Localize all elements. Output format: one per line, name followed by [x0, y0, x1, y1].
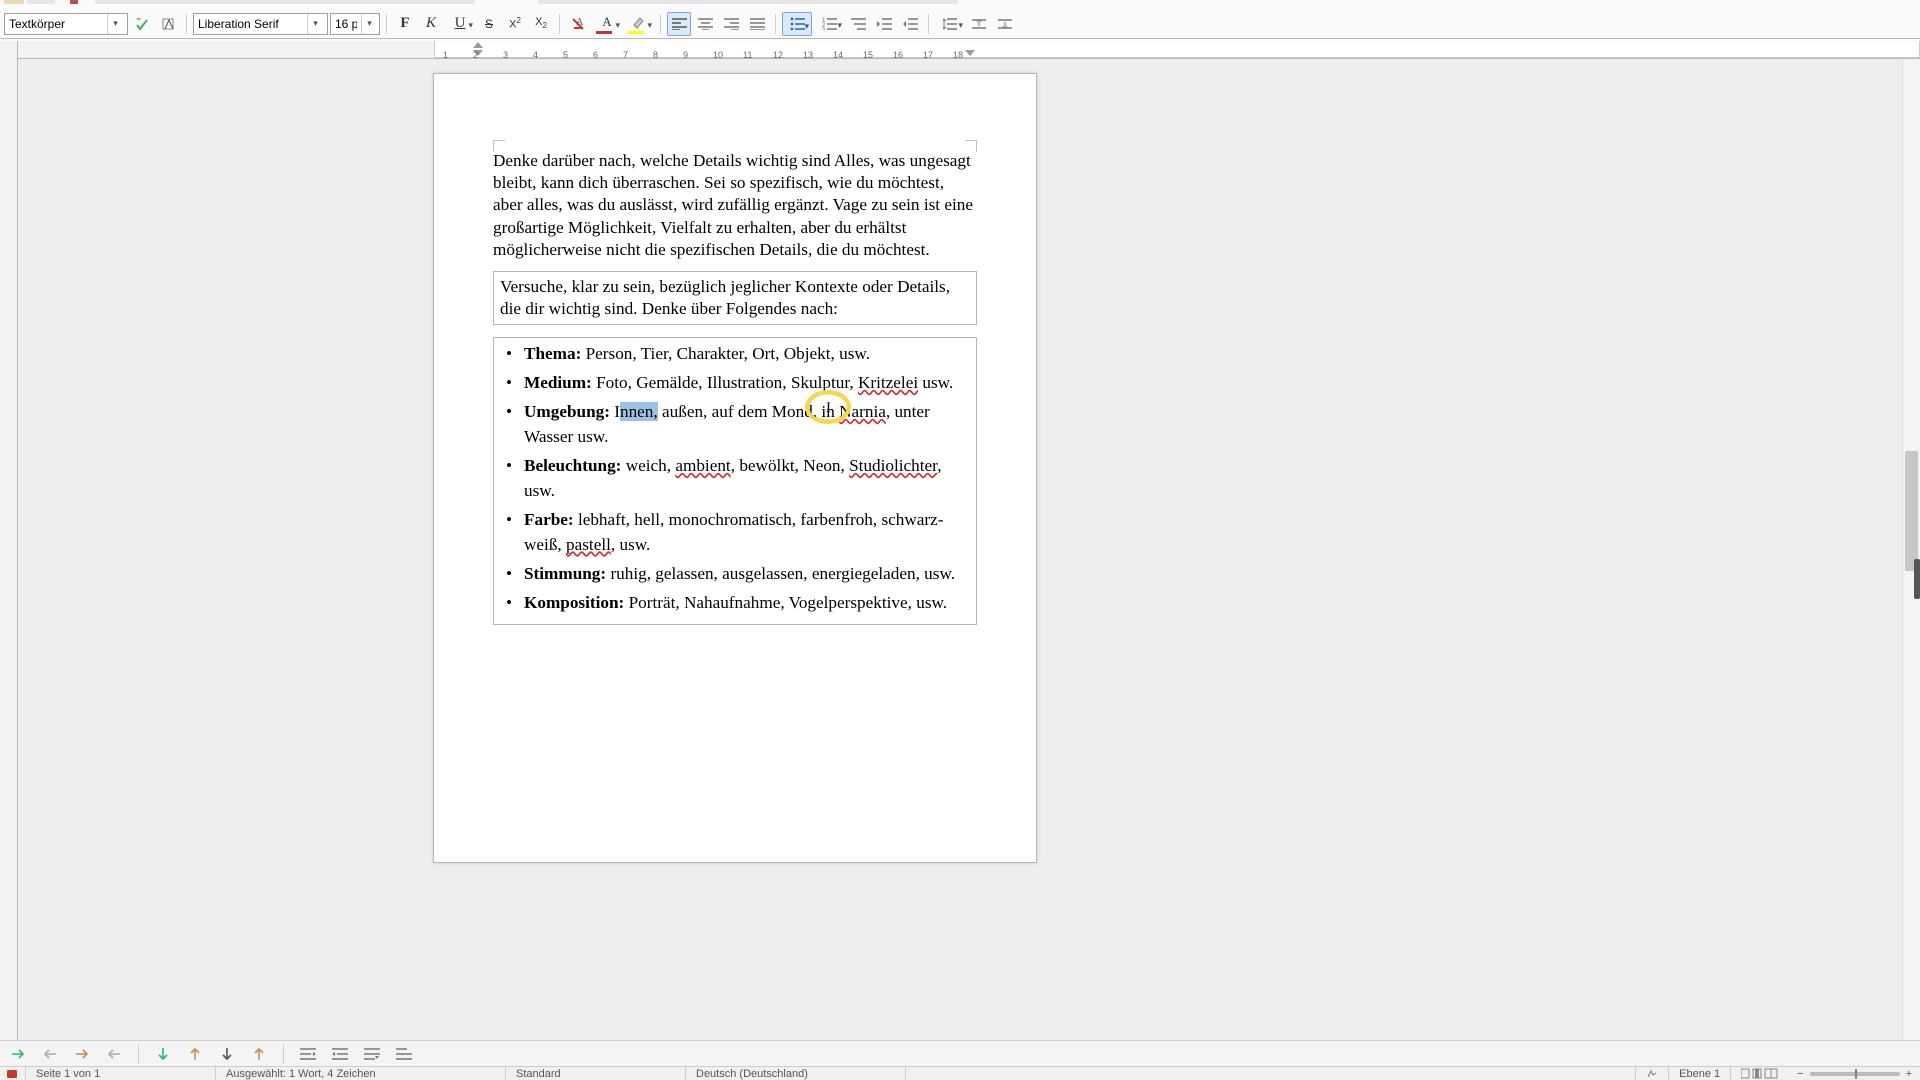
chevron-down-icon[interactable]: ▾ — [107, 14, 123, 34]
insert-mode-cell[interactable] — [906, 1067, 1636, 1080]
font-name-combo[interactable]: ▾ — [193, 13, 328, 35]
zoom-slider[interactable] — [1810, 1072, 1900, 1076]
arrow-right-icon[interactable] — [6, 1043, 30, 1065]
view-layout-cell[interactable] — [1731, 1067, 1789, 1080]
decrease-indent-button[interactable] — [898, 12, 922, 36]
demote-button[interactable] — [328, 1043, 352, 1065]
vertical-scrollbar[interactable] — [1902, 59, 1920, 1040]
arrow-right-alt-icon[interactable] — [70, 1043, 94, 1065]
line-spacing-button[interactable] — [935, 12, 965, 36]
clear-formatting-button[interactable]: A — [566, 12, 590, 36]
chevron-down-icon[interactable]: ▾ — [361, 14, 377, 34]
align-left-button[interactable] — [667, 12, 691, 36]
bullet-label: Umgebung: — [524, 402, 610, 421]
list-item[interactable]: Beleuchtung: weich, ambient, bewölkt, Ne… — [524, 454, 968, 504]
chevron-down-icon[interactable]: ▾ — [307, 14, 323, 34]
spellcheck-squiggle[interactable]: Kritzelei — [858, 373, 918, 392]
align-justify-button[interactable] — [745, 12, 769, 36]
arrow-up-alt-icon[interactable] — [247, 1043, 271, 1065]
bold-button[interactable]: F — [393, 12, 417, 36]
paragraph-style-input[interactable] — [5, 14, 107, 34]
navigation-toolbar — [0, 1040, 1920, 1066]
right-indent-marker[interactable] — [965, 50, 975, 56]
spellcheck-squiggle[interactable]: ambient — [675, 456, 730, 475]
font-size-combo[interactable]: ▾ — [330, 13, 380, 35]
page-style-cell[interactable]: Standard — [506, 1067, 686, 1080]
arrow-down-icon[interactable] — [151, 1043, 175, 1065]
superscript-button[interactable]: X2 — [503, 12, 527, 36]
align-right-button[interactable] — [719, 12, 743, 36]
list-item[interactable]: Stimmung: ruhig, gelassen, ausgelassen, … — [524, 562, 968, 587]
status-bar: Seite 1 von 1 Ausgewählt: 1 Wort, 4 Zeic… — [0, 1066, 1920, 1080]
decrease-spacing-button[interactable] — [993, 12, 1017, 36]
arrow-up-icon[interactable] — [183, 1043, 207, 1065]
font-name-input[interactable] — [194, 14, 307, 34]
zoom-in-button[interactable]: + — [1906, 1068, 1912, 1080]
paragraph-style-combo[interactable]: ▾ — [4, 13, 128, 35]
bullet-label: Thema: — [524, 344, 581, 363]
italic-button[interactable]: K — [419, 12, 443, 36]
bullet-label: Beleuchtung: — [524, 456, 621, 475]
word-count-cell[interactable]: Ausgewählt: 1 Wort, 4 Zeichen — [216, 1067, 506, 1080]
subscript-button[interactable]: X2 — [529, 12, 553, 36]
move-up-button[interactable] — [392, 1043, 416, 1065]
spellcheck-squiggle[interactable]: Narnia — [839, 402, 886, 421]
page-number-cell[interactable]: Seite 1 von 1 — [26, 1067, 216, 1080]
language-cell[interactable]: Deutsch (Deutschland) — [686, 1067, 906, 1080]
arrow-left-icon[interactable] — [38, 1043, 62, 1065]
list-item[interactable]: Farbe: lebhaft, hell, monochromatisch, f… — [524, 508, 968, 558]
vertical-ruler[interactable] — [0, 41, 18, 1080]
svg-text:3: 3 — [822, 28, 826, 30]
bullet-list-button[interactable] — [782, 12, 812, 36]
update-style-button[interactable] — [130, 12, 154, 36]
underline-button[interactable]: U — [445, 12, 475, 36]
list-item[interactable]: Komposition: Porträt, Nahaufnahme, Vogel… — [524, 591, 968, 616]
arrow-undo-icon[interactable] — [102, 1043, 126, 1065]
increase-spacing-button[interactable] — [967, 12, 991, 36]
text-caret: I — [826, 400, 831, 417]
numbered-list-button[interactable]: 123 — [814, 12, 844, 36]
list-item[interactable]: Umgebung: Innen, außen, auf dem Mond, in… — [524, 400, 968, 450]
strikethrough-button[interactable]: S — [477, 12, 501, 36]
arrow-down-alt-icon[interactable] — [215, 1043, 239, 1065]
spellcheck-squiggle[interactable]: Studiolichter — [849, 456, 937, 475]
font-color-button[interactable]: A — [592, 12, 622, 36]
zoom-control[interactable]: − + — [1789, 1068, 1920, 1080]
toolbar-area: ▾ ▾ ▾ F K U S X2 X2 A A — [0, 0, 1920, 41]
bullet-label: Komposition: — [524, 593, 624, 612]
document-body[interactable]: Denke darüber nach, welche Details wicht… — [493, 150, 977, 625]
zoom-out-button[interactable]: − — [1797, 1068, 1803, 1080]
first-line-indent-marker[interactable] — [473, 42, 483, 48]
increase-indent-button[interactable] — [872, 12, 896, 36]
scroll-handle[interactable] — [1914, 559, 1920, 599]
align-center-button[interactable] — [693, 12, 717, 36]
bullet-label: Medium: — [524, 373, 592, 392]
spellcheck-squiggle[interactable]: pastell — [566, 535, 611, 554]
save-status-icon[interactable] — [0, 1067, 26, 1080]
highlight-color-button[interactable] — [624, 12, 654, 36]
bullet-label: Stimmung: — [524, 564, 606, 583]
scroll-thumb[interactable] — [1905, 451, 1918, 571]
formatting-toolbar: ▾ ▾ ▾ F K U S X2 X2 A A — [0, 9, 1920, 39]
paragraph[interactable]: Denke darüber nach, welche Details wicht… — [493, 150, 977, 261]
horizontal-ruler[interactable]: 123456789101112131415161718 — [0, 41, 1920, 59]
new-style-button[interactable] — [156, 12, 180, 36]
document-canvas[interactable]: Denke darüber nach, welche Details wicht… — [18, 59, 1902, 1040]
list-item[interactable]: Thema: Person, Tier, Charakter, Ort, Obj… — [524, 342, 968, 367]
paragraph[interactable]: Versuche, klar zu sein, bezüglich jeglic… — [493, 271, 977, 325]
move-down-button[interactable] — [360, 1043, 384, 1065]
outline-button[interactable] — [846, 12, 870, 36]
bullet-label: Farbe: — [524, 510, 574, 529]
font-size-input[interactable] — [331, 14, 361, 34]
svg-text:A: A — [576, 17, 584, 28]
layer-cell[interactable]: Ebene 1 — [1669, 1067, 1731, 1080]
promote-button[interactable] — [296, 1043, 320, 1065]
page[interactable]: Denke darüber nach, welche Details wicht… — [433, 73, 1037, 863]
text-selection[interactable]: nnen, — [620, 402, 658, 421]
standard-toolbar-cropped — [0, 0, 1920, 4]
signature-cell[interactable] — [1636, 1067, 1669, 1080]
list-item[interactable]: Medium: Foto, Gemälde, Illustration, Sku… — [524, 371, 968, 396]
bullet-list[interactable]: Thema: Person, Tier, Charakter, Ort, Obj… — [496, 342, 968, 615]
